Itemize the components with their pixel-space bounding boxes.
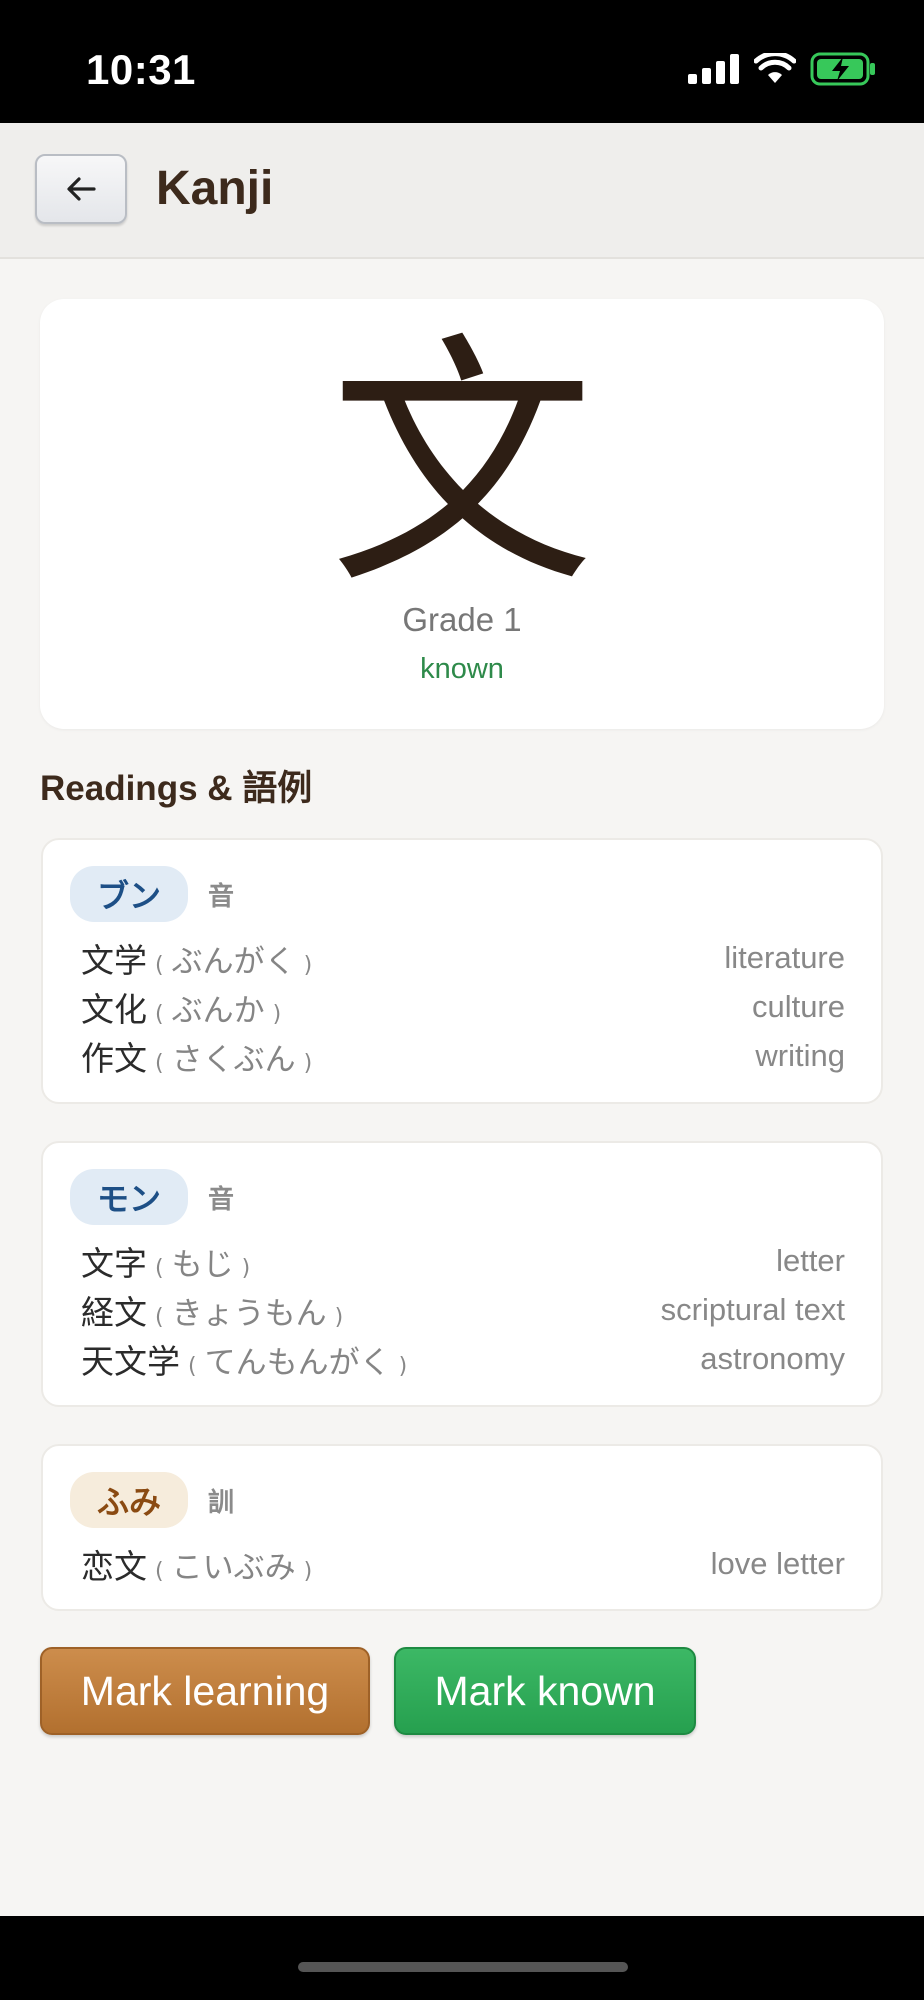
- example-row: 文字 ( もじ ) letter: [81, 1236, 845, 1285]
- example-reading: ぶんか: [171, 992, 265, 1029]
- readings-section-title: Readings & 語例: [40, 769, 313, 808]
- paren-close: ): [241, 1255, 251, 1281]
- paren-open: (: [155, 952, 164, 978]
- example-word: 作文: [81, 1038, 147, 1078]
- reading-type-label: 訓: [208, 1487, 235, 1518]
- example-word: 文学: [81, 940, 147, 980]
- mark-learning-button[interactable]: Mark learning: [40, 1647, 370, 1735]
- example-reading: ぶんがく: [171, 943, 296, 980]
- paren-open: (: [155, 1558, 164, 1584]
- reading-card-mon: モン 音 文字 ( もじ ) letter 経文 ( きょうもん ) scrip…: [41, 1141, 883, 1407]
- example-reading: もじ: [171, 1246, 234, 1283]
- status-time: 10:31: [86, 46, 196, 93]
- paren-open: (: [155, 1255, 164, 1281]
- kanji-character: 文: [329, 312, 595, 620]
- example-word: 恋文: [81, 1546, 147, 1586]
- paren-close: ): [303, 1050, 313, 1076]
- arrow-left-icon: [67, 177, 96, 201]
- example-reading: てんもんがく: [204, 1344, 391, 1381]
- example-row: 恋文 ( こいぶみ ) love letter: [81, 1539, 845, 1588]
- home-indicator[interactable]: [298, 1962, 628, 1972]
- example-word: 文化: [81, 989, 147, 1029]
- paren-open: (: [155, 1304, 164, 1330]
- paren-close: ): [272, 1001, 282, 1027]
- paren-close: ): [334, 1304, 344, 1330]
- example-meaning: writing: [755, 1037, 845, 1073]
- example-row: 作文 ( さくぶん ) writing: [81, 1031, 845, 1080]
- example-row: 経文 ( きょうもん ) scriptural text: [81, 1285, 845, 1334]
- example-word: 経文: [81, 1292, 147, 1332]
- paren-open: (: [155, 1050, 164, 1076]
- reading-card-fumi: ふみ 訓 恋文 ( こいぶみ ) love letter: [41, 1444, 883, 1611]
- status-icons: [688, 52, 876, 86]
- back-button[interactable]: [35, 154, 127, 224]
- example-meaning: literature: [724, 939, 845, 975]
- example-row: 天文学 ( てんもんがく ) astronomy: [81, 1334, 845, 1383]
- example-reading: こいぶみ: [171, 1549, 296, 1586]
- paren-close: ): [303, 952, 313, 978]
- paren-close: ): [303, 1558, 313, 1584]
- paren-open: (: [155, 1001, 164, 1027]
- paren-open: (: [188, 1353, 197, 1379]
- reading-card-bun: ブン 音 文学 ( ぶんがく ) literature 文化 ( ぶんか ) c…: [41, 838, 883, 1104]
- reading-type-label: 音: [208, 881, 235, 912]
- kanji-card: 文 Grade 1 known: [40, 299, 884, 729]
- wifi-icon: [754, 53, 796, 83]
- example-meaning: astronomy: [700, 1340, 845, 1376]
- example-meaning: letter: [776, 1242, 845, 1278]
- example-meaning: culture: [751, 988, 845, 1024]
- reading-pill: ブン: [70, 866, 188, 922]
- home-indicator-bar: [0, 1916, 924, 2000]
- example-word: 文字: [81, 1243, 147, 1283]
- kanji-status: known: [420, 653, 504, 685]
- reading-pill: モン: [70, 1169, 188, 1225]
- example-row: 文化 ( ぶんか ) culture: [81, 982, 845, 1031]
- example-reading: さくぶん: [171, 1041, 296, 1078]
- example-word: 天文学: [81, 1341, 180, 1381]
- example-meaning: scriptural text: [660, 1291, 845, 1327]
- status-bar: 10:31: [0, 0, 924, 123]
- example-reading: きょうもん: [171, 1295, 327, 1332]
- page-title: Kanji: [156, 162, 274, 215]
- app-header: Kanji: [0, 123, 924, 259]
- kanji-grade: Grade 1: [402, 601, 522, 638]
- paren-close: ): [398, 1353, 408, 1379]
- battery-charging-icon: [810, 52, 875, 86]
- mark-known-button[interactable]: Mark known: [394, 1647, 696, 1735]
- cellular-signal-icon: [688, 54, 739, 84]
- example-meaning: love letter: [710, 1545, 845, 1581]
- reading-type-label: 音: [208, 1184, 235, 1215]
- reading-pill: ふみ: [70, 1472, 188, 1528]
- example-row: 文学 ( ぶんがく ) literature: [81, 933, 845, 982]
